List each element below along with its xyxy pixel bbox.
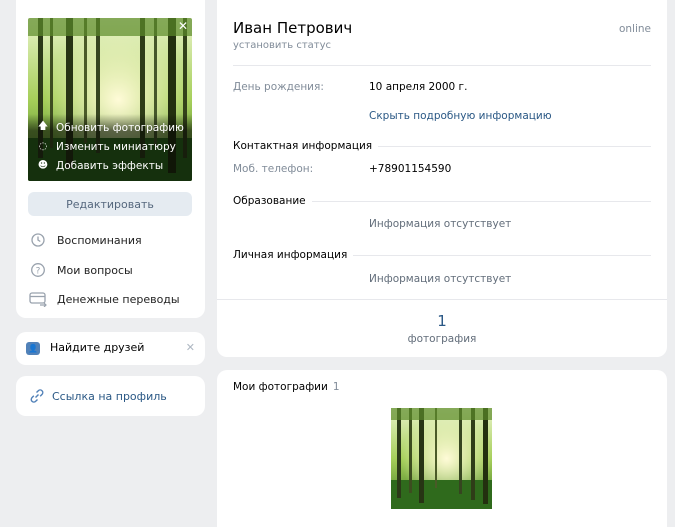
photos-count: 1 bbox=[332, 381, 340, 393]
education-value: Информация отсутствует bbox=[369, 218, 512, 230]
crop-circle-icon: ◌ bbox=[38, 141, 48, 152]
sidebar-item-label: Денежные переводы bbox=[57, 292, 180, 306]
sidebar-item-label: Мои вопросы bbox=[57, 263, 133, 277]
photo-thumbnail[interactable] bbox=[391, 408, 492, 509]
close-icon[interactable]: ✕ bbox=[178, 20, 188, 32]
question-bubble-icon: ? bbox=[28, 261, 48, 279]
profile-photo[interactable]: ✕ 🡅 Обновить фотографию ◌ Изменить миниа… bbox=[28, 18, 192, 181]
sidebar-item-transfers[interactable]: Денежные переводы bbox=[28, 288, 180, 310]
sidebar-item-questions[interactable]: ? Мои вопросы bbox=[28, 259, 133, 281]
profile-link-card[interactable]: Ссылка на профиль bbox=[16, 376, 205, 416]
close-icon[interactable]: ✕ bbox=[186, 341, 195, 354]
photo-count-label: фотография bbox=[407, 333, 477, 345]
photo-counter[interactable]: 1 фотография bbox=[217, 300, 667, 357]
profile-sidebar-card: ✕ 🡅 Обновить фотографию ◌ Изменить миниа… bbox=[16, 0, 205, 318]
phone-value: +78901154590 bbox=[369, 163, 452, 175]
edit-button[interactable]: Редактировать bbox=[28, 192, 192, 216]
online-status: online bbox=[618, 23, 651, 35]
sidebar-item-memories[interactable]: Воспоминания bbox=[28, 229, 142, 251]
arrow-up-icon: 🡅 bbox=[37, 121, 49, 132]
hide-details-link[interactable]: Скрыть подробную информацию bbox=[369, 110, 552, 122]
photos-title[interactable]: Мои фотографии 1 bbox=[233, 381, 340, 393]
section-title: Образование bbox=[233, 195, 312, 207]
photo-menu: 🡅 Обновить фотографию ◌ Изменить миниатю… bbox=[28, 114, 192, 181]
svg-text:?: ? bbox=[36, 266, 41, 276]
link-icon bbox=[28, 387, 46, 405]
add-effects-item[interactable]: ☻ Добавить эффекты bbox=[28, 156, 192, 175]
education-section-header: Образование bbox=[233, 194, 651, 208]
set-status-link[interactable]: установить статус bbox=[233, 40, 331, 51]
birthday-value[interactable]: 10 апреля 2000 г. bbox=[369, 81, 467, 93]
divider bbox=[311, 200, 651, 202]
change-thumbnail-label: Изменить миниатюру bbox=[56, 140, 176, 153]
forest-thumbnail-image bbox=[391, 408, 492, 509]
section-title: Контактная информация bbox=[233, 140, 379, 152]
add-friend-icon: 👤 bbox=[26, 342, 40, 355]
card-transfer-icon bbox=[28, 290, 48, 308]
find-friends-card[interactable]: 👤 Найдите друзей ✕ bbox=[16, 332, 205, 365]
section-title: Личная информация bbox=[233, 249, 354, 261]
history-icon bbox=[28, 231, 48, 249]
my-photos-card: Мои фотографии 1 bbox=[217, 370, 667, 527]
personal-value: Информация отсутствует bbox=[369, 273, 512, 285]
profile-info-card: Иван Петрович установить статус online Д… bbox=[217, 0, 667, 357]
photo-count-number: 1 bbox=[437, 312, 447, 330]
profile-name: Иван Петрович bbox=[233, 19, 353, 37]
update-photo-item[interactable]: 🡅 Обновить фотографию bbox=[28, 118, 192, 137]
personal-section-header: Личная информация bbox=[233, 248, 651, 262]
divider bbox=[353, 254, 651, 256]
phone-label: Моб. телефон: bbox=[233, 163, 314, 175]
add-effects-label: Добавить эффекты bbox=[56, 159, 164, 172]
update-photo-label: Обновить фотографию bbox=[56, 121, 184, 134]
photos-title-label: Мои фотографии bbox=[233, 381, 328, 393]
profile-link-label: Ссылка на профиль bbox=[52, 390, 167, 403]
find-friends-label: Найдите друзей bbox=[50, 341, 145, 354]
birthday-label: День рождения: bbox=[233, 81, 324, 93]
contacts-section-header: Контактная информация bbox=[233, 139, 651, 153]
change-thumbnail-item[interactable]: ◌ Изменить миниатюру bbox=[28, 137, 192, 156]
sidebar-item-label: Воспоминания bbox=[57, 233, 142, 247]
divider bbox=[233, 65, 651, 66]
divider bbox=[378, 145, 651, 147]
smile-icon: ☻ bbox=[37, 160, 49, 171]
